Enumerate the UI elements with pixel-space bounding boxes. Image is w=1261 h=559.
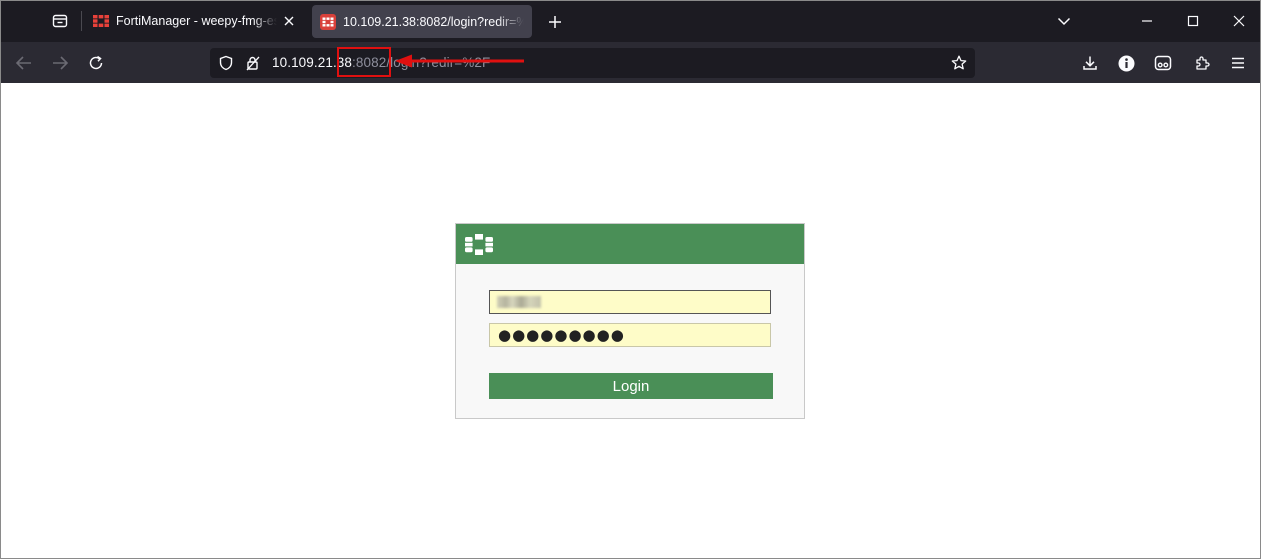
tab-login[interactable]: 10.109.21.38:8082/login?redir=%2F	[312, 5, 532, 38]
bookmark-button[interactable]	[951, 55, 967, 71]
password-input[interactable]: ●●●●●●●●●	[489, 323, 771, 347]
puzzle-icon	[1196, 56, 1210, 70]
annotation-arrow-icon	[395, 54, 524, 68]
mask-icon	[1154, 55, 1172, 71]
password-mask: ●●●●●●●●●	[498, 326, 625, 344]
lock-icon	[246, 56, 260, 71]
back-button[interactable]	[11, 50, 37, 76]
forward-button[interactable]	[47, 50, 73, 76]
tab-title: 10.109.21.38:8082/login?redir=%2F	[343, 14, 524, 29]
page-content: ●●●●●●●●● Login	[1, 83, 1260, 558]
minimize-button[interactable]	[1135, 9, 1159, 33]
reload-icon	[89, 55, 103, 70]
chevron-down-icon	[1057, 17, 1071, 26]
address-bar[interactable]: 10.109.21.38:8082/login?redir=%2F	[210, 48, 975, 78]
tab-fortimanager[interactable]: FortiManager - weepy-fmg-esxi	[85, 1, 305, 41]
hamburger-menu-icon	[1232, 57, 1244, 69]
shield-icon	[219, 55, 233, 71]
fortinet-favicon-icon	[93, 13, 109, 29]
downloads-button[interactable]	[1077, 50, 1103, 76]
tab-strip: FortiManager - weepy-fmg-esxi 10.109.21.…	[1, 1, 1260, 42]
tab-separator	[81, 11, 82, 31]
username-redacted	[497, 296, 541, 308]
maximize-icon	[1187, 15, 1199, 27]
tab-title: FortiManager - weepy-fmg-esxi	[116, 14, 277, 28]
site-info-button[interactable]	[245, 55, 261, 71]
tab-list-icon	[52, 14, 68, 28]
forward-arrow-icon	[53, 56, 69, 70]
star-icon	[951, 55, 967, 70]
download-icon	[1083, 56, 1097, 70]
info-icon	[1118, 55, 1134, 71]
port-highlight-box	[337, 47, 391, 77]
reload-button[interactable]	[83, 50, 109, 76]
menu-button[interactable]	[1225, 50, 1251, 76]
close-icon	[1233, 15, 1245, 27]
close-window-button[interactable]	[1227, 9, 1251, 33]
login-button[interactable]: Login	[489, 373, 773, 399]
tab-list-button[interactable]	[48, 10, 72, 32]
plus-icon	[549, 16, 561, 28]
back-arrow-icon	[15, 56, 31, 70]
extension-mask-button[interactable]	[1150, 50, 1176, 76]
tracking-protection-button[interactable]	[218, 55, 234, 71]
tab-close-icon[interactable]	[281, 13, 297, 29]
extensions-button[interactable]	[1189, 50, 1215, 76]
fortinet-logo-icon	[465, 234, 493, 255]
login-header	[456, 224, 804, 264]
login-panel: ●●●●●●●●● Login	[455, 223, 805, 419]
browser-window: FortiManager - weepy-fmg-esxi 10.109.21.…	[0, 0, 1261, 559]
navigation-toolbar: 10.109.21.38:8082/login?redir=%2F	[1, 42, 1260, 83]
list-all-tabs-button[interactable]	[1052, 9, 1076, 33]
new-tab-button[interactable]	[544, 11, 566, 33]
minimize-icon	[1142, 20, 1152, 22]
fortinet-favicon-icon	[320, 13, 336, 30]
maximize-button[interactable]	[1181, 9, 1205, 33]
extension-info-button[interactable]	[1113, 50, 1139, 76]
